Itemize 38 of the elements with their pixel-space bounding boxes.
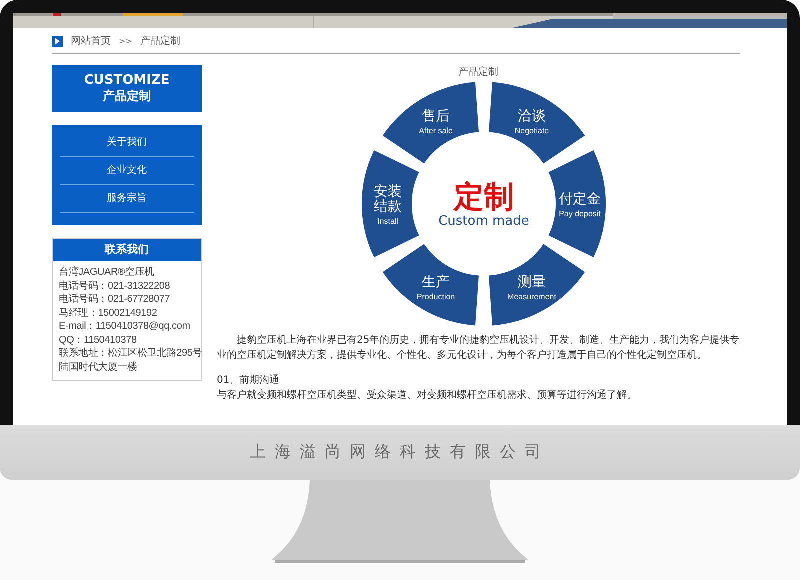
breadcrumb-link[interactable]: 网站首页 [71, 34, 111, 48]
sidebar-item[interactable]: 关于我们 [60, 129, 194, 157]
center-title: 定制 [454, 180, 514, 215]
contact-line: E-mail：1150410378@qq.com [59, 320, 190, 334]
contact-line: 联系地址：松江区松卫北路295号 [59, 347, 202, 360]
segment-caption: Negotiate [514, 126, 549, 136]
contact-line: QQ：1150410378 [59, 334, 137, 347]
contact-line: 电话号码：021-31322208 [59, 280, 170, 293]
step-heading: 01、前期沟通 [217, 374, 281, 388]
segment-title: 测量 [518, 274, 546, 291]
center-caption: Custom made [438, 214, 529, 229]
segment-caption: Install [377, 217, 398, 226]
banner-subtitle: 产品定制 [103, 88, 151, 104]
segment-caption: Production [416, 292, 455, 302]
contact-line: 台湾JAGUAR®空压机 [59, 266, 155, 280]
intro-paragraph: 捷豹空压机上海在业界已有25年的历史，拥有专业的捷豹空压机设计、开发、制造、生产能力，我们为客户提供专业的空压机定制解决方案，提供专业化、个性化、多元化设计，为每个客户打造属于自己的个性化定制空压机。 [217, 334, 740, 363]
brand-text: 上海溢尚网络科技有限公司 [250, 442, 550, 463]
segment-caption: Measurement [507, 292, 556, 302]
segment-title: 售后 [422, 108, 450, 124]
contact-heading: 联系我们 [53, 239, 201, 261]
contact-line: 陆国时代大厦一楼 [59, 360, 138, 374]
segment-title: 生产 [422, 274, 450, 291]
contact-line: 电话号码：021-67728077 [59, 293, 170, 306]
diagram-title: 产品定制 [458, 66, 498, 79]
breadcrumb-current: 产品定制 [140, 34, 180, 48]
segment-caption: After sale [418, 126, 452, 136]
segment-caption: Pay deposit [558, 210, 600, 218]
segment-title: 洽谈 [518, 108, 546, 124]
arrow-icon [52, 36, 63, 46]
segment-title: 付定金 [558, 192, 600, 208]
sidebar-item[interactable]: 服务宗旨 [60, 185, 194, 213]
contact-line: 马经理：15002149192 [59, 306, 158, 320]
segment-title: 安装 [374, 184, 402, 200]
breadcrumb-separator: >> [119, 36, 132, 46]
sidebar-item[interactable]: 企业文化 [60, 157, 194, 185]
step-text: 与客户就变频和螺杆空压机类型、受众渠道、对变频和螺杆空压机需求、预算等进行沟通了解。 [217, 388, 638, 403]
banner-title: CUSTOMIZE [84, 72, 170, 88]
segment-title: 结款 [374, 199, 402, 215]
